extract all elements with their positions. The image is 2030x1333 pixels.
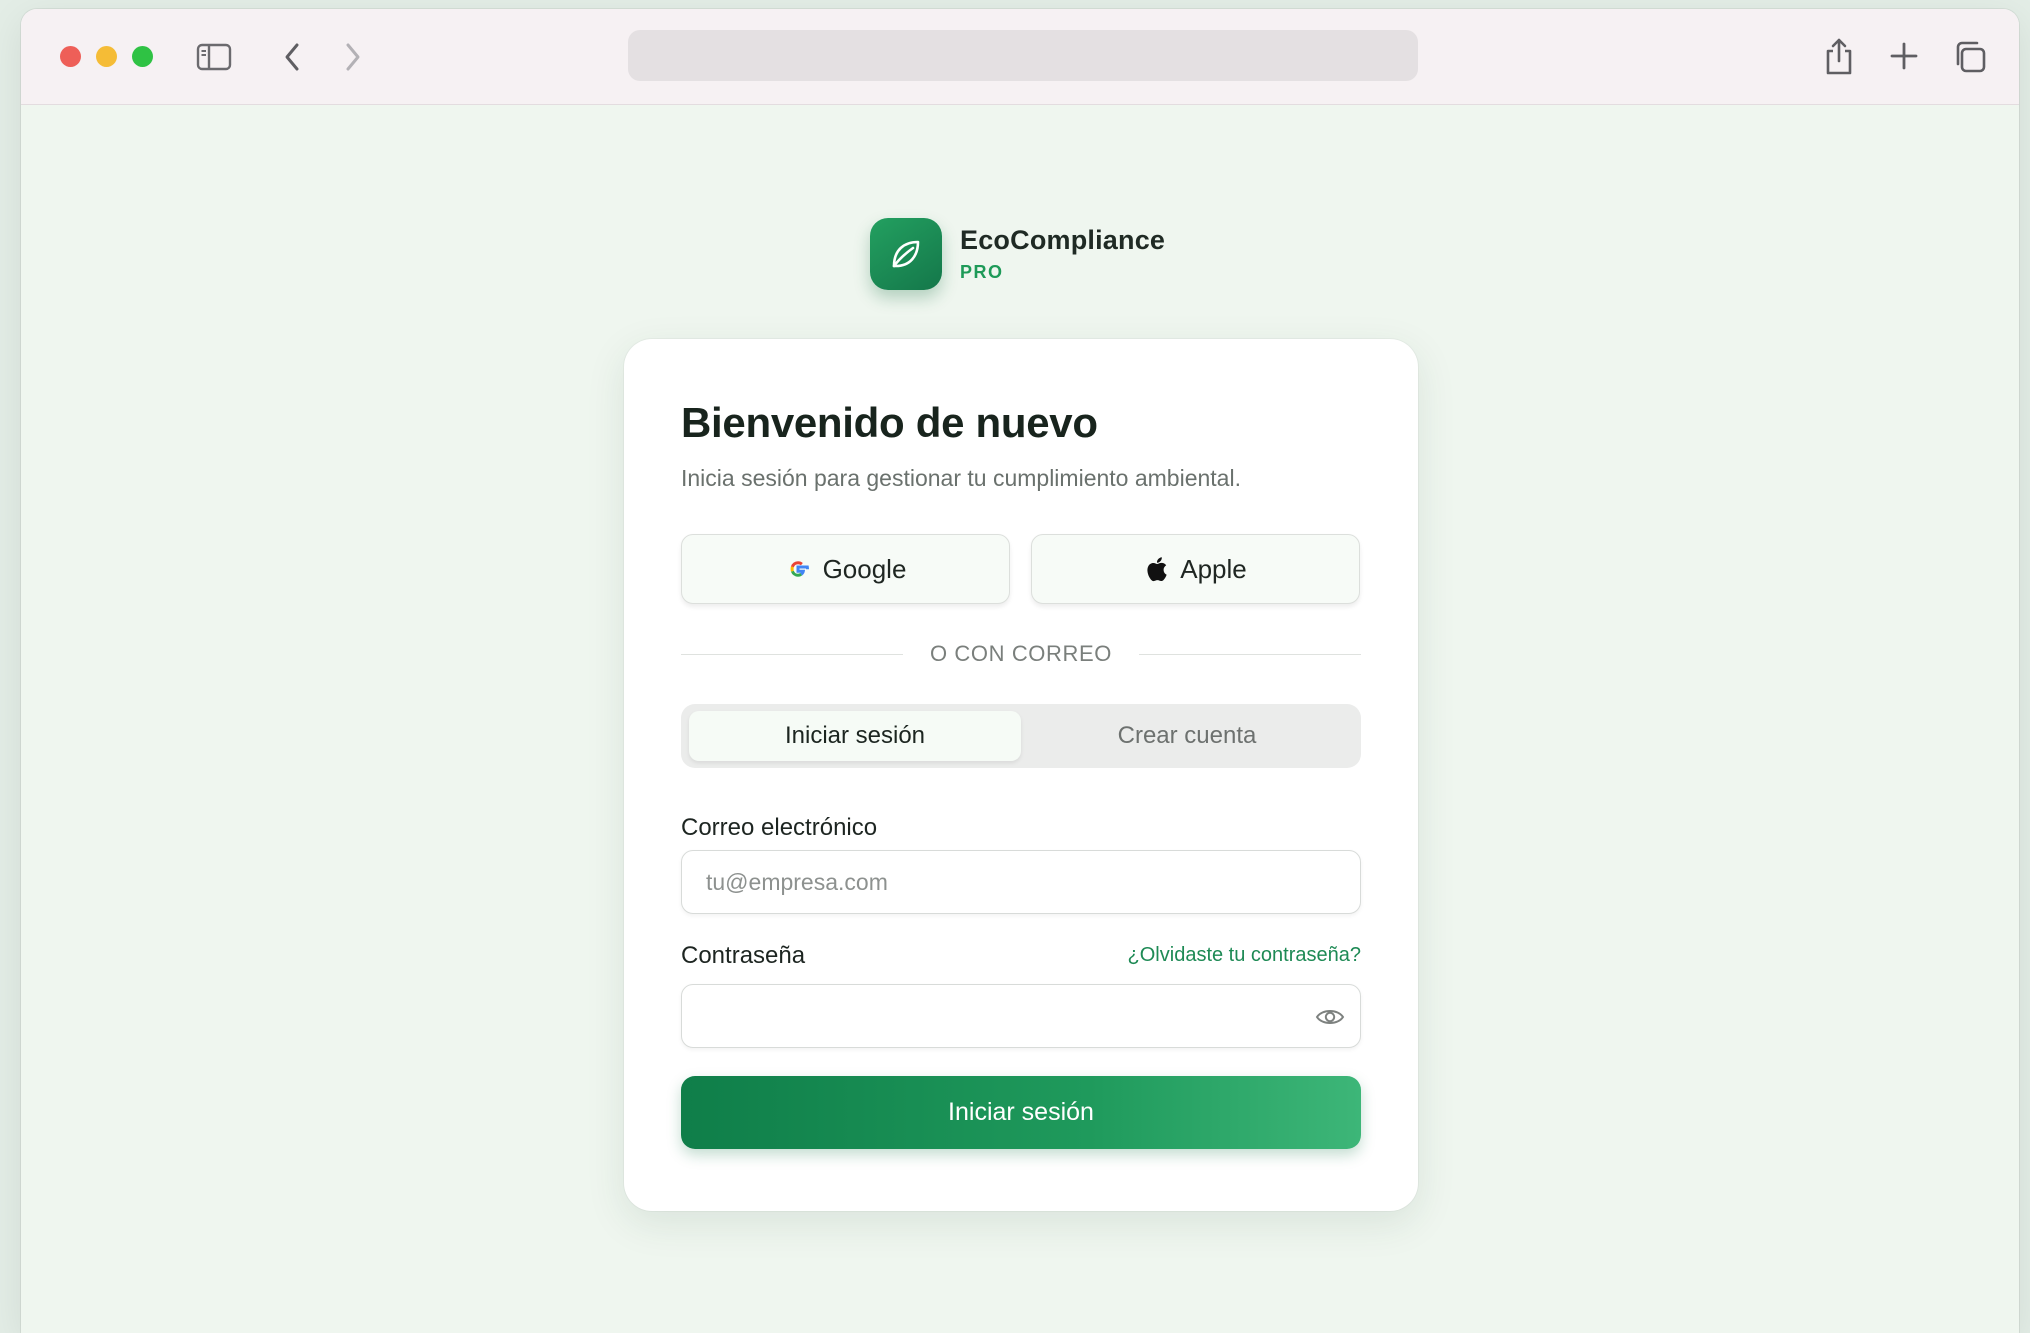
maximize-window-button[interactable] bbox=[132, 46, 153, 67]
chevron-left-icon[interactable] bbox=[277, 39, 307, 75]
google-button-label: Google bbox=[822, 553, 907, 584]
eye-icon[interactable] bbox=[1315, 1003, 1345, 1031]
divider-line-right bbox=[1139, 654, 1361, 655]
brand-name: EcoCompliance bbox=[960, 225, 1166, 255]
divider-line-left bbox=[681, 654, 903, 655]
plus-icon[interactable] bbox=[1887, 39, 1921, 73]
forgot-password-link[interactable]: ¿Olvidaste tu contraseña? bbox=[1128, 944, 1361, 967]
apple-button-label: Apple bbox=[1180, 553, 1247, 584]
email-field[interactable]: tu@empresa.com bbox=[681, 850, 1361, 914]
share-icon[interactable] bbox=[1821, 35, 1857, 77]
chevron-right-icon[interactable] bbox=[338, 39, 368, 75]
apple-sign-in-button[interactable]: Apple bbox=[1031, 534, 1360, 604]
browser-window: EcoCompliance PRO Bienvenido de nuevo In… bbox=[21, 9, 2019, 1333]
address-bar[interactable] bbox=[628, 30, 1418, 81]
auth-mode-tabs: Iniciar sesión Crear cuenta bbox=[681, 704, 1361, 768]
brand-tag: PRO bbox=[960, 262, 1004, 282]
sign-in-button[interactable]: Iniciar sesión bbox=[681, 1076, 1361, 1149]
page-title: Bienvenido de nuevo bbox=[681, 399, 1098, 446]
minimize-window-button[interactable] bbox=[96, 46, 117, 67]
page-content: EcoCompliance PRO Bienvenido de nuevo In… bbox=[21, 105, 2019, 1333]
password-label: Contraseña bbox=[681, 942, 806, 969]
page-subtitle: Inicia sesión para gestionar tu cumplimi… bbox=[681, 465, 1241, 491]
tab-sign-in[interactable]: Iniciar sesión bbox=[689, 711, 1021, 761]
brand-header: EcoCompliance PRO bbox=[870, 218, 1165, 290]
login-card: Bienvenido de nuevo Inicia sesión para g… bbox=[624, 339, 1418, 1211]
tab-create-account[interactable]: Crear cuenta bbox=[1021, 711, 1353, 761]
email-label: Correo electrónico bbox=[681, 814, 878, 841]
google-sign-in-button[interactable]: Google bbox=[681, 534, 1010, 604]
password-field[interactable] bbox=[681, 984, 1361, 1048]
leaf-icon bbox=[870, 218, 942, 290]
email-placeholder: tu@empresa.com bbox=[706, 868, 888, 895]
apple-icon bbox=[1144, 555, 1168, 583]
close-window-button[interactable] bbox=[60, 46, 81, 67]
browser-toolbar bbox=[21, 9, 2019, 105]
google-icon bbox=[785, 556, 811, 582]
divider-label: O CON CORREO bbox=[930, 641, 1112, 666]
sidebar-icon[interactable] bbox=[196, 39, 232, 75]
tabs-icon[interactable] bbox=[1950, 37, 1990, 77]
